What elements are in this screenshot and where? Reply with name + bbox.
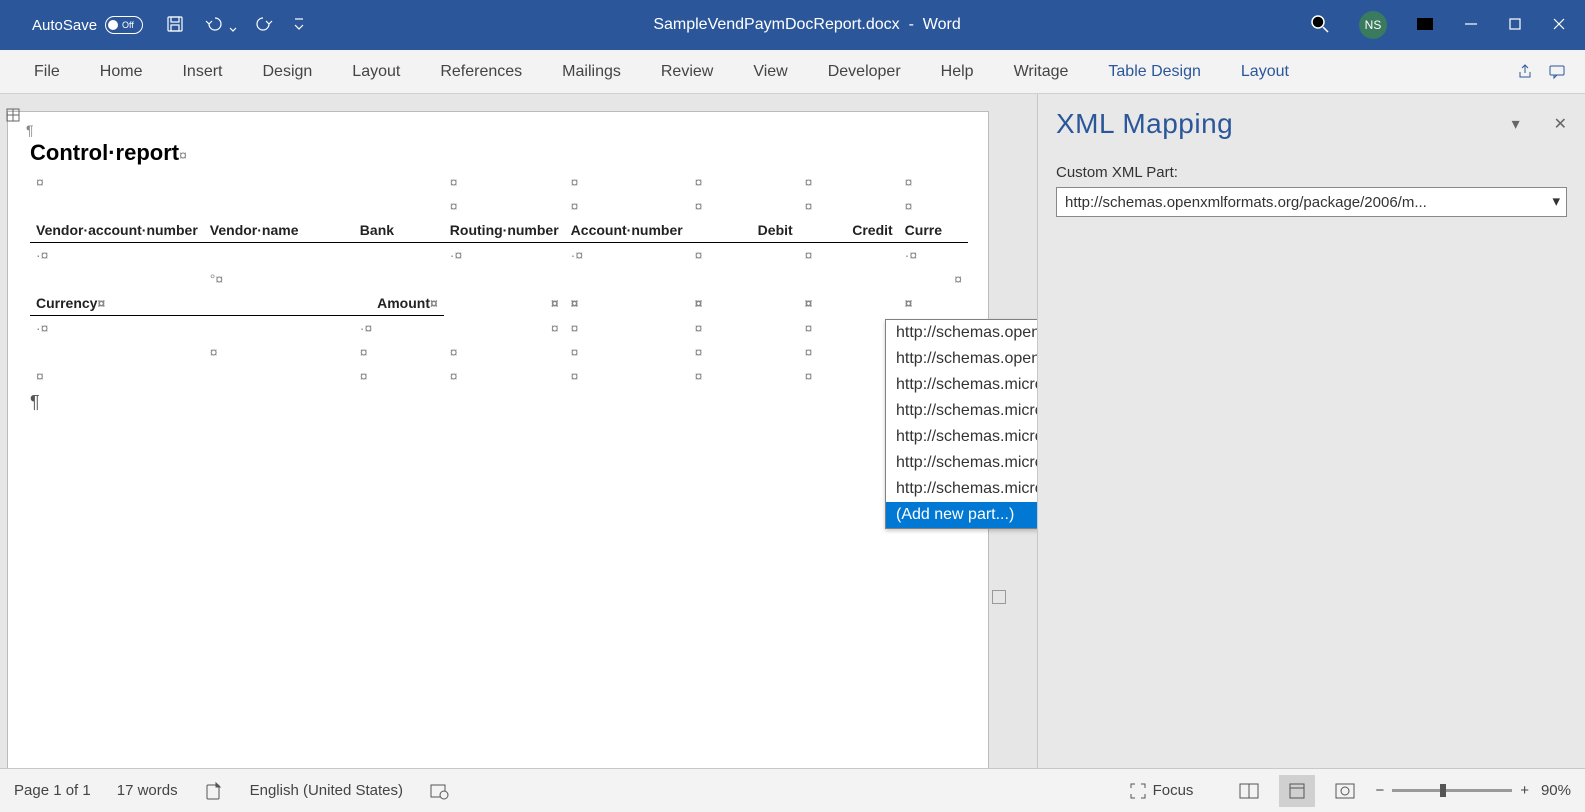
autosave-state: Off bbox=[122, 20, 134, 30]
pane-title: XML Mapping bbox=[1056, 108, 1567, 140]
xml-part-option[interactable]: http://schemas.microsoft.com/office/2006… bbox=[886, 372, 1037, 398]
autosave-label: AutoSave bbox=[32, 17, 97, 34]
search-icon[interactable] bbox=[1309, 13, 1331, 38]
tab-writage[interactable]: Writage bbox=[994, 50, 1089, 94]
close-icon[interactable] bbox=[1551, 16, 1567, 35]
tab-table-layout[interactable]: Layout bbox=[1221, 50, 1309, 94]
ribbon-tabs: File Home Insert Design Layout Reference… bbox=[0, 50, 1585, 94]
tab-design[interactable]: Design bbox=[242, 50, 332, 94]
col-sub-amount: Amount¤ bbox=[354, 291, 444, 316]
zoom-level[interactable]: 90% bbox=[1541, 782, 1571, 799]
pilcrow-icon: ¶ bbox=[30, 392, 968, 413]
macro-record-icon[interactable] bbox=[429, 781, 449, 801]
status-language[interactable]: English (United States) bbox=[250, 782, 403, 799]
chevron-down-icon: ▾ bbox=[1552, 192, 1560, 210]
xml-part-option[interactable]: http://schemas.openxmlformats.org/packag… bbox=[886, 320, 1037, 346]
spellcheck-icon[interactable] bbox=[204, 781, 224, 801]
statusbar-right: Focus − + 90% bbox=[1129, 775, 1571, 807]
zoom-track[interactable] bbox=[1392, 789, 1512, 792]
window-controls bbox=[1463, 16, 1567, 35]
tab-references[interactable]: References bbox=[420, 50, 542, 94]
maximize-icon[interactable] bbox=[1507, 16, 1523, 35]
status-words[interactable]: 17 words bbox=[117, 782, 178, 799]
read-mode-icon[interactable] bbox=[1231, 775, 1267, 807]
col-account: Account·number bbox=[565, 218, 689, 243]
status-bar: Page 1 of 1 17 words English (United Sta… bbox=[0, 768, 1585, 812]
col-routing: Routing·number bbox=[444, 218, 565, 243]
minimize-icon[interactable] bbox=[1463, 16, 1479, 35]
page-title: Control·report¤ bbox=[30, 140, 968, 166]
tab-help[interactable]: Help bbox=[921, 50, 994, 94]
ribbon-display-icon[interactable] bbox=[1415, 14, 1435, 37]
redo-icon[interactable] bbox=[255, 14, 275, 37]
table-subheader-row: Currency¤ Amount¤ ¤ ¤¤¤¤ bbox=[30, 291, 968, 316]
xml-part-option[interactable]: http://schemas.microsoft.com/sharepoint/… bbox=[886, 424, 1037, 450]
col-credit: Credit bbox=[799, 218, 899, 243]
xml-part-option[interactable]: (Add new part...) bbox=[886, 502, 1037, 528]
document-filename: SampleVendPaymDocReport.docx bbox=[653, 16, 899, 33]
zoom-thumb[interactable] bbox=[1440, 784, 1446, 797]
document-page: ¶ Control·report¤ ¤¤¤¤¤¤ ¤¤¤¤¤ Vendor·ac… bbox=[8, 112, 988, 768]
main-area: ¶ Control·report¤ ¤¤¤¤¤¤ ¤¤¤¤¤ Vendor·ac… bbox=[0, 94, 1585, 768]
report-table: ¤¤¤¤¤¤ ¤¤¤¤¤ Vendor·account·number Vendo… bbox=[30, 170, 968, 388]
autosave-toggle[interactable]: Off bbox=[105, 16, 143, 34]
share-icon[interactable] bbox=[1511, 58, 1539, 86]
focus-label: Focus bbox=[1153, 782, 1194, 799]
xml-part-option[interactable]: http://schemas.microsoft.com/office/2006… bbox=[886, 476, 1037, 502]
xml-part-option[interactable]: http://schemas.microsoft.com/sharepoint/… bbox=[886, 450, 1037, 476]
status-page[interactable]: Page 1 of 1 bbox=[14, 782, 91, 799]
table-header-row: Vendor·account·number Vendor·name Bank R… bbox=[30, 218, 968, 243]
toggle-knob bbox=[108, 20, 118, 30]
zoom-out-button[interactable]: − bbox=[1375, 782, 1384, 799]
focus-button[interactable]: Focus bbox=[1129, 782, 1194, 800]
autosave-toggle-group: AutoSave Off bbox=[32, 16, 143, 34]
ribbon-right-controls bbox=[1511, 58, 1571, 86]
xml-part-option[interactable]: http://schemas.openxmlformats.org/office… bbox=[886, 346, 1037, 372]
web-layout-icon[interactable] bbox=[1327, 775, 1363, 807]
tab-review[interactable]: Review bbox=[641, 50, 733, 94]
undo-icon[interactable] bbox=[203, 14, 237, 37]
col-bank: Bank bbox=[354, 218, 444, 243]
quick-access-toolbar bbox=[165, 14, 305, 37]
table-row: ·¤·¤·¤¤¤·¤ bbox=[30, 243, 968, 268]
col-currency: Curre bbox=[899, 218, 968, 243]
col-debit: Debit bbox=[689, 218, 799, 243]
table-row: ·¤·¤¤¤¤¤¤ bbox=[30, 316, 968, 341]
qat-more-icon[interactable] bbox=[293, 15, 305, 36]
tab-mailings[interactable]: Mailings bbox=[542, 50, 641, 94]
tab-home[interactable]: Home bbox=[80, 50, 163, 94]
zoom-slider: − + bbox=[1375, 782, 1529, 799]
pane-options-icon[interactable]: ▾ bbox=[1512, 114, 1520, 134]
save-icon[interactable] bbox=[165, 14, 185, 37]
xml-mapping-pane: XML Mapping ▾ ✕ Custom XML Part: http://… bbox=[1037, 94, 1585, 768]
document-area[interactable]: ¶ Control·report¤ ¤¤¤¤¤¤ ¤¤¤¤¤ Vendor·ac… bbox=[0, 94, 1037, 768]
table-resize-handle-icon[interactable] bbox=[992, 590, 1006, 604]
comments-icon[interactable] bbox=[1543, 58, 1571, 86]
zoom-in-button[interactable]: + bbox=[1520, 782, 1529, 799]
table-row: ¤¤¤¤¤¤¤ bbox=[30, 340, 968, 364]
col-vendor-account: Vendor·account·number bbox=[30, 218, 204, 243]
titlebar-right: NS bbox=[1309, 11, 1567, 39]
user-avatar[interactable]: NS bbox=[1359, 11, 1387, 39]
tab-layout[interactable]: Layout bbox=[332, 50, 420, 94]
xml-part-option[interactable]: http://schemas.microsoft.com/office/2006… bbox=[886, 398, 1037, 424]
tab-insert[interactable]: Insert bbox=[162, 50, 242, 94]
tab-table-design[interactable]: Table Design bbox=[1088, 50, 1221, 94]
col-vendor-name: Vendor·name bbox=[204, 218, 354, 243]
xml-part-dropdown-list: http://schemas.openxmlformats.org/packag… bbox=[885, 319, 1037, 529]
custom-xml-part-label: Custom XML Part: bbox=[1056, 164, 1567, 181]
window-title: SampleVendPaymDocReport.docx - Word bbox=[305, 16, 1309, 34]
custom-xml-part-select[interactable]: http://schemas.openxmlformats.org/packag… bbox=[1056, 187, 1567, 217]
tab-file[interactable]: File bbox=[14, 50, 80, 94]
tab-view[interactable]: View bbox=[733, 50, 807, 94]
col-sub-currency: Currency¤ bbox=[30, 291, 204, 316]
title-bar: AutoSave Off SampleVendPaymDocReport.doc… bbox=[0, 0, 1585, 50]
app-name: Word bbox=[923, 16, 961, 33]
tab-developer[interactable]: Developer bbox=[808, 50, 921, 94]
select-value: http://schemas.openxmlformats.org/packag… bbox=[1065, 194, 1427, 211]
print-layout-icon[interactable] bbox=[1279, 775, 1315, 807]
pilcrow-icon: ¶ bbox=[26, 122, 34, 138]
pane-close-icon[interactable]: ✕ bbox=[1554, 114, 1567, 134]
table-move-handle-icon[interactable] bbox=[4, 106, 22, 124]
